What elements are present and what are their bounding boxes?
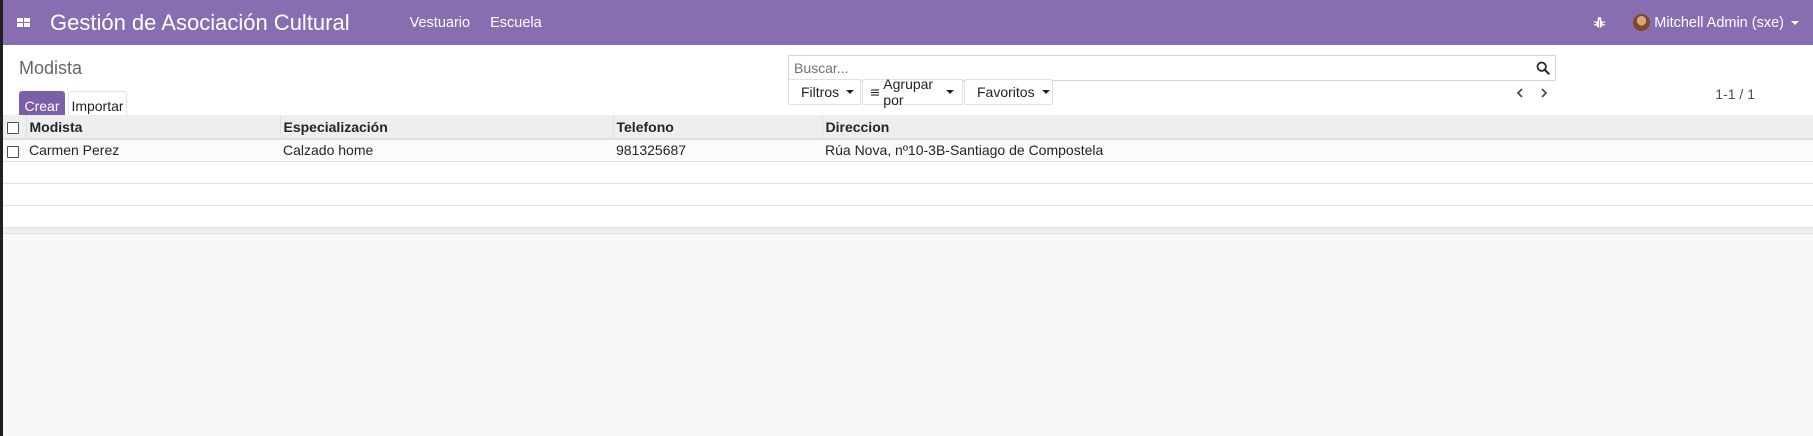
favorites-button[interactable]: Favoritos bbox=[964, 79, 1053, 105]
favorites-label: Favoritos bbox=[977, 84, 1035, 100]
menu-item-vestuario[interactable]: Vestuario bbox=[400, 15, 480, 31]
column-header-telefono[interactable]: Telefono bbox=[613, 115, 823, 140]
row-checkbox[interactable] bbox=[7, 145, 19, 158]
column-header-modista[interactable]: Modista bbox=[26, 115, 281, 140]
navbar-right: Mitchell Admin (sxe) bbox=[1593, 0, 1813, 45]
cell-telefono[interactable]: 981325687 bbox=[613, 139, 822, 162]
filters-label: Filtros bbox=[801, 84, 840, 100]
groupby-button[interactable]: Agrupar por bbox=[862, 76, 963, 108]
bug-icon[interactable] bbox=[1593, 15, 1609, 31]
empty-row bbox=[3, 205, 1813, 228]
filters-button[interactable]: Filtros bbox=[788, 79, 861, 105]
top-menu: Vestuario Escuela bbox=[400, 15, 552, 31]
table-header-row: Modista Especialización Telefono Direcci… bbox=[3, 115, 1813, 140]
grid-icon bbox=[17, 17, 30, 27]
empty-row bbox=[3, 183, 1813, 206]
search-icon[interactable] bbox=[1531, 61, 1555, 75]
user-menu[interactable]: Mitchell Admin (sxe) bbox=[1633, 14, 1799, 31]
cell-especializacion[interactable]: Calzado home bbox=[280, 139, 613, 162]
breadcrumb: Modista bbox=[19, 58, 83, 78]
caret-down-icon bbox=[1791, 20, 1799, 25]
app-brand-title[interactable]: Gestión de Asociación Cultural bbox=[50, 10, 350, 36]
column-header-direccion[interactable]: Direccion bbox=[822, 115, 1813, 140]
avatar bbox=[1633, 14, 1651, 31]
menu-item-escuela[interactable]: Escuela bbox=[480, 15, 552, 31]
table-row[interactable]: Carmen Perez Calzado home 981325687 Rúa … bbox=[3, 139, 1813, 162]
caret-down-icon bbox=[846, 90, 855, 94]
app-window: Gestión de Asociación Cultural Vestuario… bbox=[3, 0, 1813, 436]
records-table: Modista Especialización Telefono Direcci… bbox=[3, 115, 1813, 228]
pager-value[interactable]: 1-1 / 1 bbox=[1715, 86, 1755, 102]
chevron-right-icon[interactable] bbox=[1535, 84, 1553, 102]
user-name: Mitchell Admin (sxe) bbox=[1654, 14, 1784, 31]
main-navbar: Gestión de Asociación Cultural Vestuario… bbox=[3, 0, 1813, 45]
row-select-cell[interactable] bbox=[3, 139, 26, 162]
caret-down-icon bbox=[1041, 90, 1050, 94]
caret-down-icon bbox=[946, 90, 954, 94]
apps-menu-icon[interactable] bbox=[3, 0, 45, 45]
select-all-checkbox[interactable] bbox=[7, 121, 19, 134]
bars-icon bbox=[871, 88, 880, 96]
empty-row bbox=[3, 161, 1813, 184]
chevron-left-icon[interactable] bbox=[1511, 84, 1529, 102]
groupby-label: Agrupar por bbox=[883, 76, 934, 108]
cell-direccion[interactable]: Rúa Nova, nº10-3B-Santiago de Compostela bbox=[822, 139, 1813, 162]
list-view: Modista Especialización Telefono Direcci… bbox=[3, 115, 1813, 234]
cell-modista[interactable]: Carmen Perez bbox=[26, 139, 280, 162]
select-all-cell[interactable] bbox=[3, 115, 27, 140]
table-footer bbox=[3, 227, 1813, 234]
column-header-especializacion[interactable]: Especialización bbox=[280, 115, 614, 140]
